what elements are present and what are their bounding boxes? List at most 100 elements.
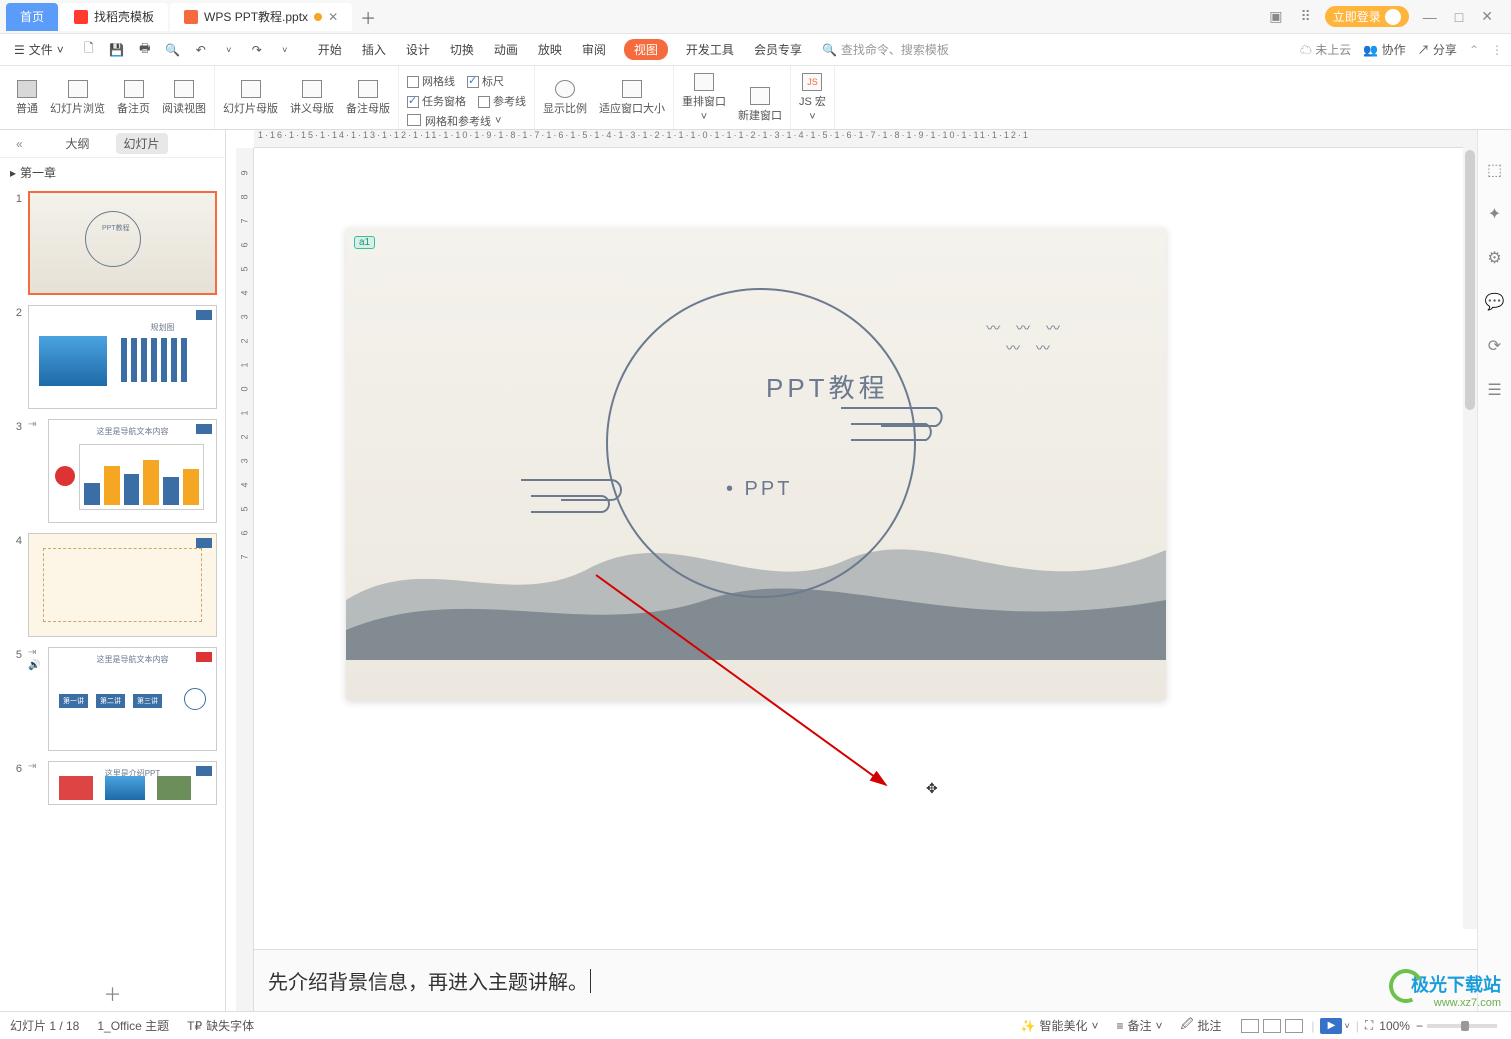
comments-toggle[interactable]: 🖉 批注 xyxy=(1181,1015,1222,1036)
vertical-scrollbar[interactable] xyxy=(1463,130,1477,929)
panel-collapse-icon[interactable]: « xyxy=(8,135,31,153)
js-macro-button[interactable]: JSJS 宏 ˅ xyxy=(799,73,826,123)
rail-select-icon[interactable]: ⬚ xyxy=(1487,160,1502,180)
qa-redo-icon[interactable]: ↷ xyxy=(248,43,266,57)
slide-master-button[interactable]: 幻灯片母版 xyxy=(223,80,278,116)
menu-start[interactable]: 开始 xyxy=(316,39,344,60)
login-button[interactable]: 立即登录 xyxy=(1325,6,1409,27)
qa-undo-icon[interactable]: ↶ xyxy=(192,43,210,57)
view-normal-button[interactable]: 普通 xyxy=(16,80,38,116)
menu-member[interactable]: 会员专享 xyxy=(752,39,804,60)
zoom-slider[interactable] xyxy=(1427,1024,1497,1028)
slide-panel: « 大纲 幻灯片 ▸ 第一章 1PPT教程 2规划图 3⇥这里是导航文本内容 4… xyxy=(0,130,226,1011)
qa-preview-icon[interactable]: 🔍 xyxy=(164,43,182,57)
notes-toggle[interactable]: ≡ 备注 ˅ xyxy=(1117,1017,1163,1034)
add-slide-button[interactable]: ＋ xyxy=(0,977,225,1011)
menu-slideshow[interactable]: 放映 xyxy=(536,39,564,60)
taskpane-checkbox[interactable]: 任务窗格 xyxy=(407,93,466,109)
maximize-button[interactable]: □ xyxy=(1451,9,1467,25)
reading-layout-icon[interactable]: ▣ xyxy=(1265,8,1286,25)
thumb-4[interactable]: 4 xyxy=(8,533,217,637)
notes-master-button[interactable]: 备注母版 xyxy=(346,80,390,116)
canvas-area: 1·16·1·15·1·14·1·13·1·12·1·11·1·10·1·9·1… xyxy=(226,130,1477,1011)
theme-name[interactable]: 1_Office 主题 xyxy=(97,1017,169,1034)
search-placeholder: 查找命令、搜索模板 xyxy=(841,41,949,58)
tab-document[interactable]: WPS PPT教程.pptx ✕ xyxy=(170,3,352,31)
menu-transition[interactable]: 切换 xyxy=(448,39,476,60)
thumb-3[interactable]: 3⇥这里是导航文本内容 xyxy=(8,419,217,523)
menu-review[interactable]: 审阅 xyxy=(580,39,608,60)
guides-checkbox[interactable]: 参考线 xyxy=(478,93,526,109)
transition-icon: ⇥ xyxy=(28,647,42,658)
audio-icon: 🔊 xyxy=(28,660,42,671)
grid-settings-button[interactable]: 网格和参考线 ˅ xyxy=(407,113,501,129)
qa-save-icon[interactable]: 💾 xyxy=(108,43,126,57)
rail-feedback-icon[interactable]: 💬 xyxy=(1485,292,1505,312)
ribbon-collapse-icon[interactable]: ⌃ xyxy=(1469,43,1479,57)
qa-redo-dd[interactable]: ˅ xyxy=(276,45,294,55)
tab-close-icon[interactable]: ✕ xyxy=(328,10,338,24)
menu-design[interactable]: 设计 xyxy=(404,39,432,60)
view-reading-icon[interactable] xyxy=(1285,1019,1303,1033)
menu-devtools[interactable]: 开发工具 xyxy=(684,39,736,60)
tab-template-label: 找稻壳模板 xyxy=(94,8,154,25)
thumb-1[interactable]: 1PPT教程 xyxy=(8,191,217,295)
rail-settings-icon[interactable]: ⚙ xyxy=(1487,248,1501,268)
add-tab-button[interactable]: ＋ xyxy=(354,5,382,29)
rail-style-icon[interactable]: ✦ xyxy=(1488,204,1501,224)
collab-button[interactable]: 👥 协作 xyxy=(1363,41,1405,58)
outline-tab[interactable]: 大纲 xyxy=(57,133,97,154)
arrange-windows-button[interactable]: 重排窗口 ˅ xyxy=(682,73,726,123)
menu-view[interactable]: 视图 xyxy=(624,39,668,60)
qa-print-icon[interactable]: 🖶 xyxy=(136,39,154,60)
slide-canvas[interactable]: a1 PPT教程 • PPT 〰 〰 〰 〰 〰 xyxy=(346,228,1166,700)
tab-template[interactable]: 找稻壳模板 xyxy=(60,3,168,31)
close-window-button[interactable]: ✕ xyxy=(1477,8,1497,25)
minimize-button[interactable]: — xyxy=(1419,9,1441,25)
share-button[interactable]: ↗ 分享 xyxy=(1418,41,1457,58)
qa-new-icon[interactable]: 🗋 xyxy=(80,39,98,60)
notes-pane[interactable]: 先介绍背景信息，再进入主题讲解。 xyxy=(254,949,1477,1011)
zoom-ratio-button[interactable]: 显示比例 xyxy=(543,80,587,116)
thumb-5[interactable]: 5⇥🔊这里是导航文本内容第一讲第二讲第三讲 xyxy=(8,647,217,751)
fit-icon[interactable]: ⛶ xyxy=(1365,1018,1373,1033)
ruler-checkbox[interactable]: 标尺 xyxy=(467,73,504,89)
thumb-6[interactable]: 6⇥这里是介绍PPT xyxy=(8,761,217,805)
menu-bar: ☰ 文件 ˅ 🗋 💾 🖶 🔍 ↶ ˅ ↷ ˅ 开始 插入 设计 切换 动画 放映… xyxy=(0,34,1511,66)
view-notes-button[interactable]: 备注页 xyxy=(117,80,150,116)
handout-master-button[interactable]: 讲义母版 xyxy=(290,80,334,116)
menu-insert[interactable]: 插入 xyxy=(360,39,388,60)
menu-animation[interactable]: 动画 xyxy=(492,39,520,60)
section-header[interactable]: ▸ 第一章 xyxy=(0,158,225,187)
thumbnail-list[interactable]: 1PPT教程 2规划图 3⇥这里是导航文本内容 4 5⇥🔊这里是导航文本内容第一… xyxy=(0,187,225,977)
cloud-status[interactable]: ☁ 未上云 xyxy=(1300,41,1351,58)
zoom-out-button[interactable]: − xyxy=(1416,1019,1423,1033)
more-menu-icon[interactable]: ⋮ xyxy=(1491,43,1503,57)
view-reading-button[interactable]: 阅读视图 xyxy=(162,80,206,116)
rail-animation-icon[interactable]: ⟳ xyxy=(1488,336,1501,356)
missing-font-button[interactable]: T₽缺失字体 xyxy=(187,1017,254,1034)
beautify-button[interactable]: ✨ 智能美化 ˅ xyxy=(1021,1017,1099,1034)
move-cursor-icon: ✥ xyxy=(926,780,938,797)
command-search[interactable]: 🔍 查找命令、搜索模板 xyxy=(822,41,949,58)
title-tab-bar: 首页 找稻壳模板 WPS PPT教程.pptx ✕ ＋ ▣ ⠿ 立即登录 — □… xyxy=(0,0,1511,34)
slideshow-dd[interactable]: ˅ xyxy=(1344,1021,1349,1031)
view-sorter-button[interactable]: 幻灯片浏览 xyxy=(50,80,105,116)
scroll-thumb[interactable] xyxy=(1465,150,1475,410)
cloud-left-icon xyxy=(516,468,636,516)
slideshow-button[interactable]: ▶ xyxy=(1320,1018,1342,1034)
rail-resource-icon[interactable]: ☰ xyxy=(1487,380,1501,400)
tab-home[interactable]: 首页 xyxy=(6,3,58,31)
gridlines-checkbox[interactable]: 网格线 xyxy=(407,73,455,89)
view-sorter-icon[interactable] xyxy=(1263,1019,1281,1033)
thumb-2[interactable]: 2规划图 xyxy=(8,305,217,409)
ppt-icon xyxy=(184,10,198,24)
zoom-value[interactable]: 100% xyxy=(1379,1019,1410,1033)
new-window-button[interactable]: 新建窗口 xyxy=(738,87,782,123)
qa-undo-dd[interactable]: ˅ xyxy=(220,45,238,55)
file-menu[interactable]: ☰ 文件 ˅ xyxy=(8,39,70,60)
fit-window-button[interactable]: 适应窗口大小 xyxy=(599,80,665,116)
slides-tab[interactable]: 幻灯片 xyxy=(116,133,168,154)
view-normal-icon[interactable] xyxy=(1241,1019,1259,1033)
apps-icon[interactable]: ⠿ xyxy=(1297,8,1315,25)
